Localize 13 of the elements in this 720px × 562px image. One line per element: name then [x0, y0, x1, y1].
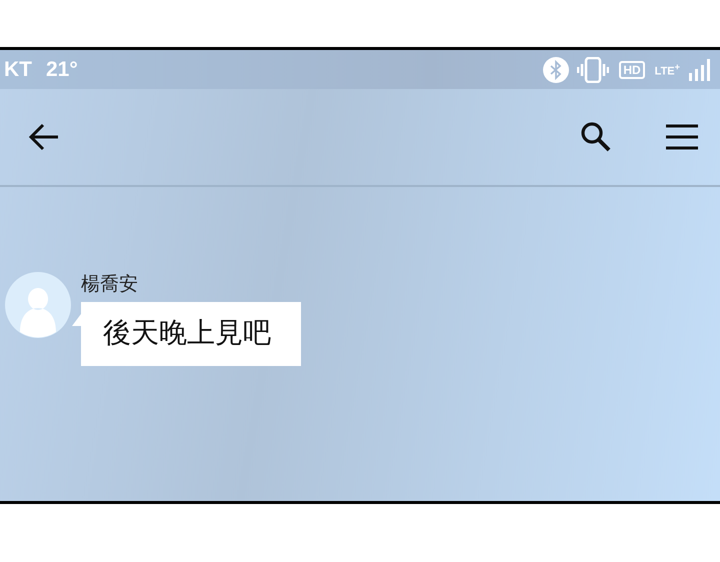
menu-icon[interactable]	[666, 124, 698, 150]
bubble-tail	[72, 314, 81, 326]
sender-name: 楊喬安	[81, 272, 139, 297]
search-icon[interactable]	[580, 121, 612, 153]
hd-label: HD	[619, 60, 645, 78]
carrier-name: KT	[4, 58, 32, 82]
vibrate-icon	[577, 56, 610, 82]
temperature: 21°	[46, 58, 78, 82]
back-icon[interactable]	[28, 123, 60, 151]
signal-icon	[688, 58, 712, 80]
message-bubble: 後天晚上見吧	[81, 302, 301, 366]
network-label: LTE$^{+}$	[654, 62, 680, 78]
bluetooth-icon	[543, 56, 570, 82]
